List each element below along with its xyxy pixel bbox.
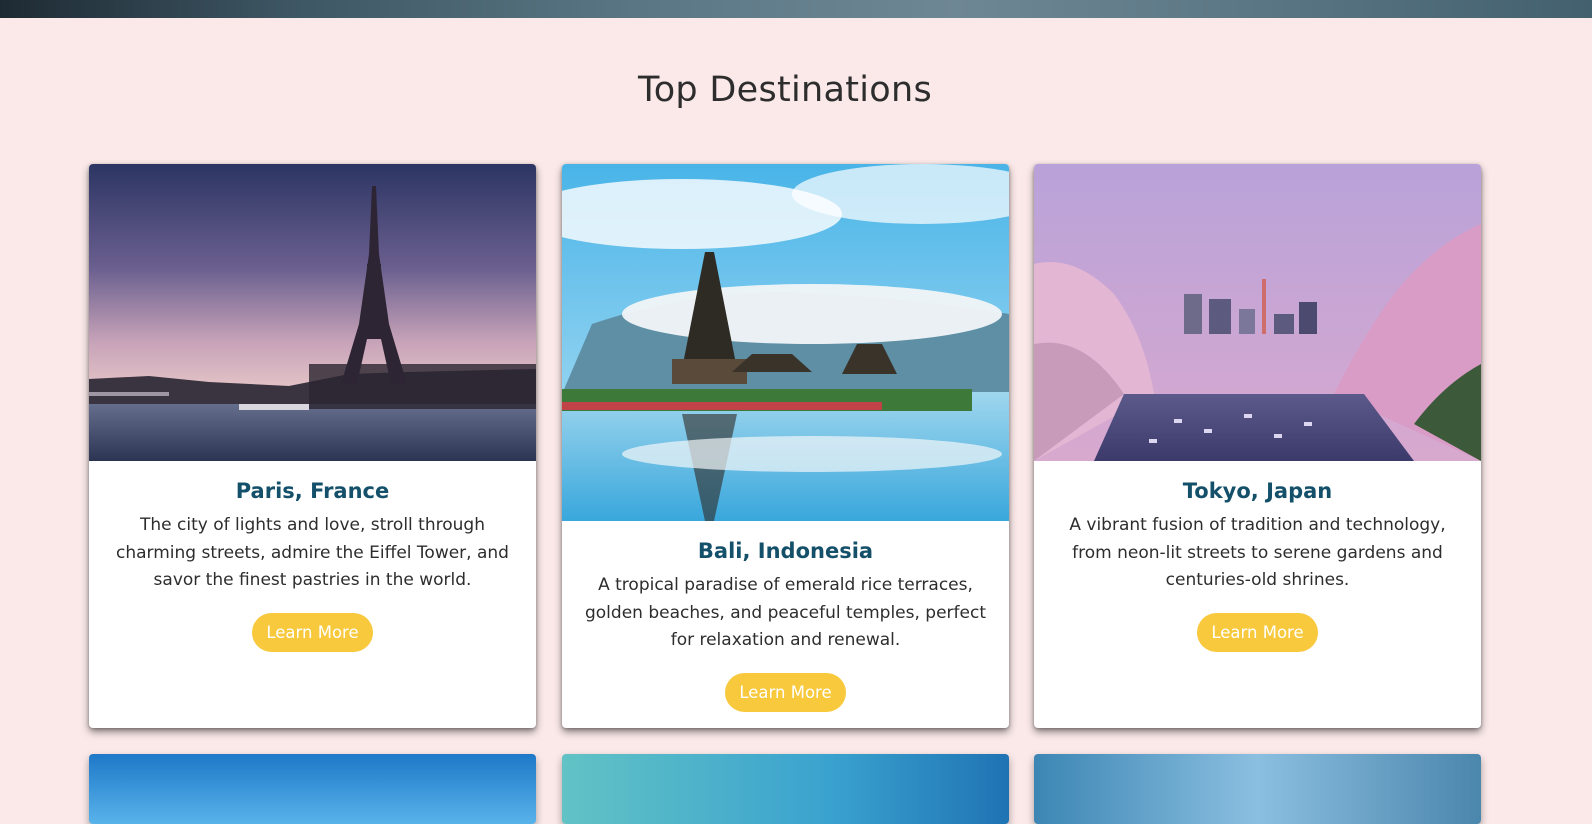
destination-card-bali: Bali, Indonesia A tropical paradise of e… <box>562 164 1009 728</box>
destination-title: Bali, Indonesia <box>697 539 874 563</box>
paris-eiffel-tower-image <box>89 164 536 461</box>
destination-card-peek-3 <box>1034 754 1481 824</box>
learn-more-button-bali[interactable]: Learn More <box>725 672 846 712</box>
hero-image-bottom-edge <box>0 0 1592 18</box>
destination-description: The city of lights and love, stroll thro… <box>116 515 509 590</box>
destination-description: A tropical paradise of emerald rice terr… <box>584 575 987 650</box>
destination-card-peek-2 <box>562 754 1009 824</box>
destination-title: Paris, France <box>235 479 390 503</box>
section-title: Top Destinations <box>637 70 933 110</box>
destination-description: A vibrant fusion of tradition and techno… <box>1069 515 1446 590</box>
bali-temple-image <box>562 164 1009 521</box>
destination-card-peek-1 <box>89 754 536 824</box>
destination-card-tokyo: Tokyo, Japan A vibrant fusion of traditi… <box>1034 164 1481 728</box>
destination-card-paris: Paris, France The city of lights and lov… <box>89 164 536 728</box>
tokyo-cherry-blossom-image <box>1034 164 1481 461</box>
learn-more-button-paris[interactable]: Learn More <box>252 612 373 652</box>
learn-more-button-tokyo[interactable]: Learn More <box>1197 612 1318 652</box>
destination-title: Tokyo, Japan <box>1182 479 1333 503</box>
